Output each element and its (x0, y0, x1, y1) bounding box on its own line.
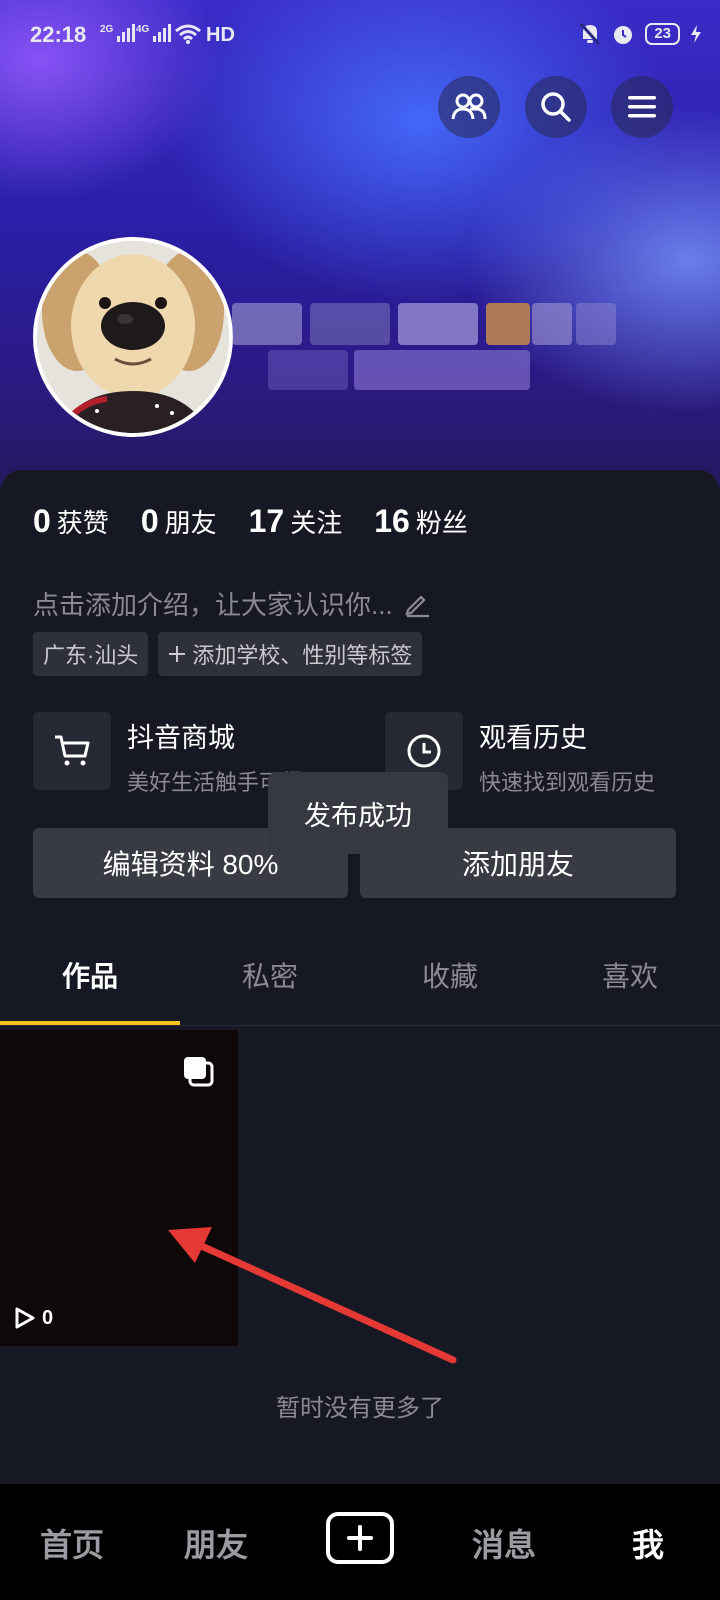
mall-entry[interactable]: 抖音商城 美好生活触手可得 (33, 712, 303, 797)
profile-stats: 0 获赞 0 朋友 17 关注 16 粉丝 (33, 503, 468, 540)
no-more-text: 暂时没有更多了 (276, 1395, 444, 1422)
bell-muted-icon (580, 22, 601, 46)
bio-text: 点击添加介绍，让大家认识你... (33, 590, 393, 620)
nav-messages[interactable]: 消息 (444, 1520, 564, 1566)
add-tag-button[interactable]: 添加学校、性别等标签 (158, 632, 423, 676)
annotation-arrow (168, 1227, 457, 1364)
alarm-icon (614, 26, 633, 44)
avatar[interactable] (33, 237, 233, 437)
clock-icon (407, 734, 441, 768)
charging-icon (691, 25, 701, 43)
multi-image-icon (184, 1057, 214, 1087)
add-tag-label: 添加学校、性别等标签 (192, 643, 413, 668)
signal-2g-icon: 2G (100, 24, 136, 42)
signal-4g-icon: 4G (136, 24, 172, 42)
create-button[interactable] (326, 1512, 394, 1564)
avatar-image (37, 241, 229, 433)
nav-friends[interactable]: 朋友 (156, 1520, 276, 1566)
menu-button[interactable] (611, 76, 673, 138)
stat-followers[interactable]: 16 粉丝 (374, 503, 468, 540)
publish-success-toast: 发布成功 (268, 772, 448, 854)
status-right: 23 (579, 22, 702, 46)
active-tab-indicator (0, 1021, 180, 1025)
tab-likes[interactable]: 喜欢 (540, 955, 720, 995)
history-subtitle: 快速找到观看历史 (479, 770, 656, 795)
search-button[interactable] (525, 76, 587, 138)
tab-private[interactable]: 私密 (180, 955, 360, 995)
search-icon (541, 92, 571, 122)
plus-icon (169, 646, 186, 662)
bio-prompt[interactable]: 点击添加介绍，让大家认识你... (33, 585, 431, 622)
stat-following[interactable]: 17 关注 (249, 503, 343, 540)
tab-favorites[interactable]: 收藏 (360, 955, 540, 995)
profile-tags: 广东·汕头 添加学校、性别等标签 (33, 632, 423, 676)
wifi-icon (175, 24, 201, 44)
history-title: 观看历史 (479, 723, 587, 753)
status-bar: 22:18 2G 4G HD 23 (0, 0, 720, 70)
network-label: HD (206, 24, 235, 46)
status-time: 22:18 (30, 22, 87, 47)
content-tabs: 作品 私密 收藏 喜欢 (0, 935, 720, 1026)
stat-friends[interactable]: 0 朋友 (141, 503, 217, 540)
battery-indicator: 23 (645, 23, 680, 45)
mall-icon-box (33, 712, 111, 790)
tab-works[interactable]: 作品 (0, 955, 180, 995)
nav-home[interactable]: 首页 (12, 1520, 132, 1566)
play-icon (15, 1307, 35, 1329)
bottom-nav: 首页 朋友 消息 我 (0, 1484, 720, 1600)
stat-likes[interactable]: 0 获赞 (33, 503, 109, 540)
people-icon (451, 93, 487, 120)
cart-icon (55, 735, 90, 766)
play-count: 0 (14, 1306, 53, 1330)
play-count-value: 0 (42, 1306, 54, 1329)
mall-title: 抖音商城 (127, 723, 235, 753)
friends-button[interactable] (438, 76, 500, 138)
location-tag[interactable]: 广东·汕头 (33, 632, 149, 676)
plus-icon (347, 1525, 373, 1551)
menu-icon (628, 96, 656, 118)
edit-pencil-icon (405, 594, 429, 617)
nav-me[interactable]: 我 (588, 1520, 708, 1566)
